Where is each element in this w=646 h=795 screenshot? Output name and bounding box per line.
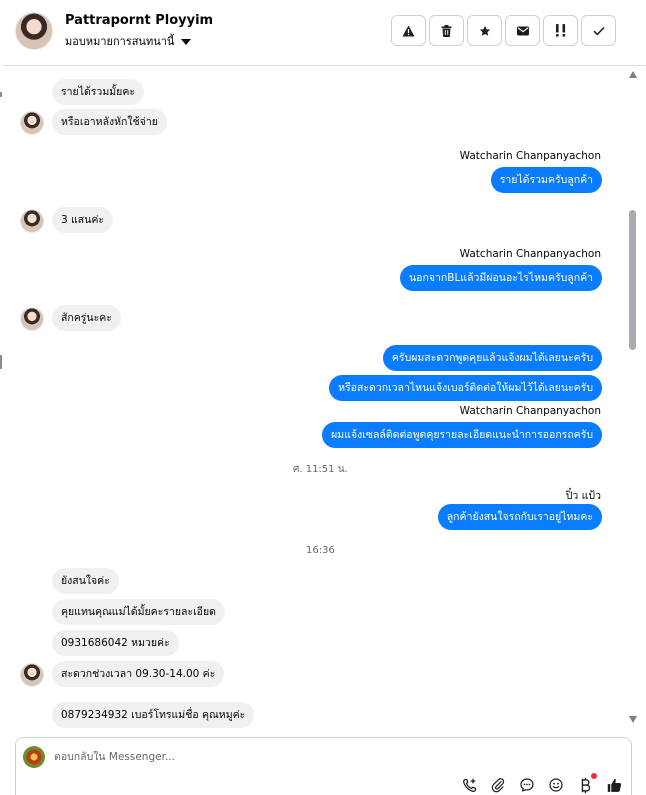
reply-input[interactable] [54,751,474,763]
incoming-message[interactable]: สะดวกช่วงเวลา 09.30-14.00 ค่ะ [52,661,225,687]
spam-warning-icon [402,25,415,36]
trash-icon [441,24,452,37]
baht-payment-icon [581,777,591,793]
conversation-header: Pattrapornt Ployyim มอบหมายการสนทนานี้ [4,0,646,66]
contact-avatar-small [20,307,44,331]
saved-replies-icon [520,778,534,792]
page-avatar [23,746,45,768]
sender-name: Watcharin Chanpanyachon [459,150,601,162]
envelope-icon [516,26,529,35]
outgoing-message[interactable]: หรือสะดวกเวลาไหนแจ้งเบอร์ติดต่อให้ผมไว้ไ… [329,375,602,401]
thumbs-up-icon [607,778,621,792]
attachment-icon [491,778,505,793]
sender-name: Watcharin Chanpanyachon [459,405,601,417]
edge-mark [0,92,2,97]
scroll-down-arrow-icon[interactable] [629,716,637,723]
outgoing-message[interactable]: รายได้รวมครับลูกค้า [490,167,602,193]
scroll-up-arrow-icon[interactable] [629,71,637,78]
incoming-message[interactable]: 0879234932 เบอร์โทรแม่ชื่อ คุณหมูค่ะ [52,702,255,728]
payment-button[interactable] [576,773,597,794]
sender-name: Watcharin Chanpanyachon [459,248,601,260]
incoming-message[interactable]: หรือเอาหลังหักใช้จ่าย [52,109,167,135]
contact-avatar-small [20,111,44,135]
urgent-icon [555,24,565,37]
call-button[interactable] [460,776,478,794]
outgoing-message[interactable]: ครับผมสะดวกพูดคุยแล้วแจ้งผมได้เลยนะครับ [382,345,602,371]
contact-name[interactable]: Pattrapornt Ployyim [65,13,213,28]
assign-conversation-label: มอบหมายการสนทนานี้ [65,35,175,48]
message-composer [15,737,632,795]
chevron-down-icon [181,38,192,45]
outgoing-message[interactable]: ผมแจ้งเซลล์ติดต่อพูดคุยรายละเอียดแนะนำกา… [322,422,602,448]
saved-replies-button[interactable] [518,776,536,794]
incoming-message[interactable]: คุยแทนคุณแม่ได้มั้ยคะรายละเอียด [52,599,225,625]
emoji-button[interactable] [547,776,565,794]
delete-button[interactable] [429,15,464,46]
incoming-message[interactable]: ยังสนใจค่ะ [52,568,119,594]
message-thread[interactable]: รายได้รวมมั้ยคะ หรือเอาหลังหักใช้จ่าย Wa… [4,67,625,729]
header-actions [391,15,616,46]
sender-name: ปิ๋ว แป้ว [565,490,601,502]
mark-spam-button[interactable] [391,15,426,46]
emoji-icon [549,778,563,792]
edge-mark [0,355,2,369]
outgoing-message[interactable]: นอกจากBLแล้วมีผ่อนอะไรไหมครับลูกค้า [400,265,602,291]
check-icon [592,26,605,35]
star-button[interactable] [467,15,502,46]
incoming-message[interactable]: 0931686042 หมวยค่ะ [52,630,179,656]
attach-file-button[interactable] [489,776,507,794]
mark-done-button[interactable] [581,15,616,46]
like-button[interactable] [605,776,623,794]
mark-unread-button[interactable] [505,15,540,46]
message-timestamp: 16:36 [306,545,335,556]
follow-up-button[interactable] [543,15,578,46]
thread-scrollbar[interactable] [626,67,640,729]
star-icon [479,25,490,36]
contact-avatar[interactable] [15,12,53,50]
message-timestamp: ศ. 11:51 น. [293,464,348,475]
contact-avatar-small [20,209,44,233]
incoming-message[interactable]: สักครู่นะคะ [52,305,121,331]
scrollbar-thumb[interactable] [629,210,636,350]
outgoing-message[interactable]: ลูกค้ายังสนใจรถกับเราอยู่ไหมคะ [437,504,602,530]
composer-toolbar [460,773,623,794]
incoming-message[interactable]: รายได้รวมมั้ยคะ [52,79,144,105]
assign-conversation-dropdown[interactable]: มอบหมายการสนทนานี้ [65,32,192,50]
incoming-message[interactable]: 3 แสนค่ะ [52,207,114,233]
notification-dot [591,773,597,779]
contact-avatar-small [20,663,44,687]
add-call-icon [462,778,476,792]
